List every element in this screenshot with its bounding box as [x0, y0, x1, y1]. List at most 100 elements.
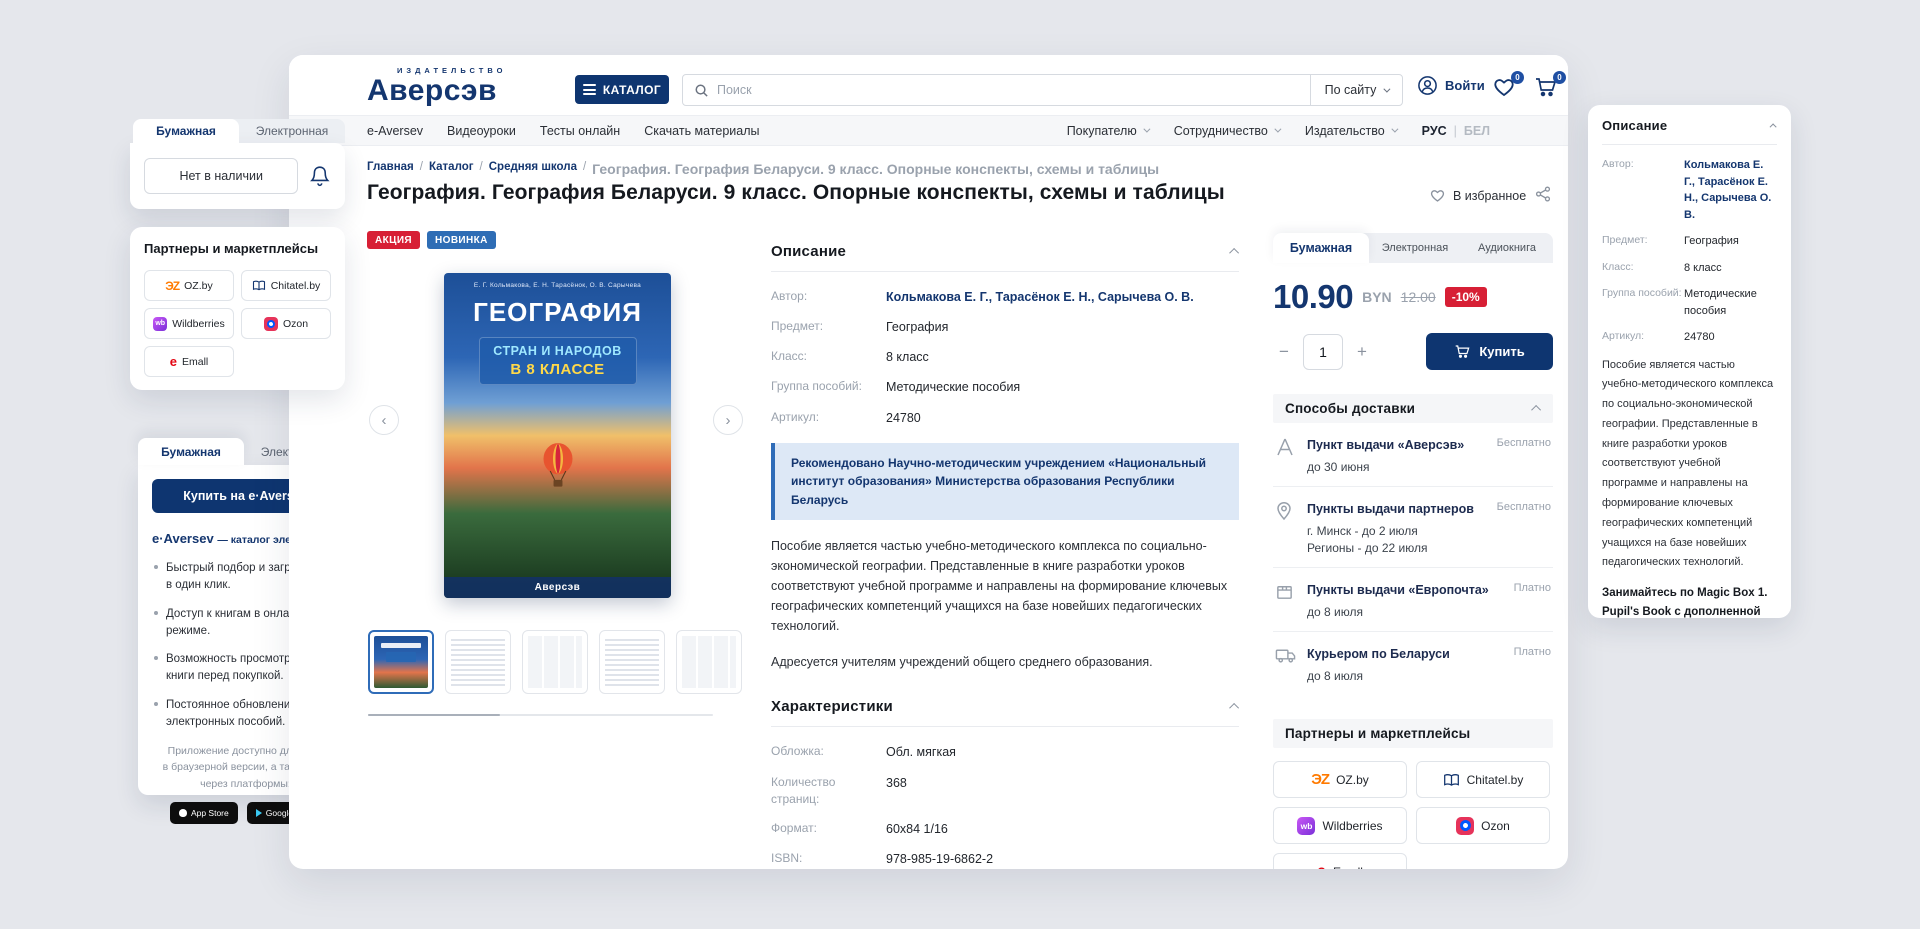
field-row: Артикул:24780 — [1602, 329, 1777, 346]
nav-item-video[interactable]: Видеоуроки — [447, 124, 516, 138]
marketplace-oz-button[interactable]: ЭZOZ.by — [1273, 761, 1407, 798]
characteristics-header[interactable]: Характеристики — [771, 698, 1239, 727]
lang-separator: | — [1454, 124, 1457, 138]
heart-icon — [1429, 188, 1446, 203]
recommendation-note: Рекомендовано Научно-методическим учрежд… — [771, 443, 1239, 521]
marketplace-ozon-button[interactable]: Ozon — [241, 308, 331, 339]
description-section: Описание Автор:Кольмакова Е. Г., Тарасён… — [771, 243, 1239, 869]
package-icon — [1275, 581, 1307, 619]
delivery-header[interactable]: Способы доставки — [1273, 394, 1553, 423]
marketplace-wildberries-button[interactable]: wbWildberries — [1273, 807, 1407, 844]
description-header[interactable]: Описание — [771, 243, 1239, 272]
book-cover[interactable]: Е. Г. Кольмакова, Е. Н. Тарасёнок, О. В.… — [444, 273, 671, 598]
field-row: ISBN:978-985-19-6862-2 — [771, 850, 1239, 868]
nav-item-publisher[interactable]: Издательство — [1305, 124, 1396, 138]
cart-button[interactable]: 0 — [1534, 76, 1560, 102]
emall-logo-icon: e — [1317, 863, 1326, 870]
chitatel-logo-icon — [252, 280, 266, 291]
user-icon — [1417, 75, 1438, 96]
discount-badge: -10% — [1445, 287, 1487, 307]
tab-electronic[interactable]: Электронная — [239, 119, 345, 143]
thumbnail-cover[interactable] — [368, 630, 434, 694]
breadcrumb-separator: / — [420, 161, 423, 177]
delivery-option-partners[interactable]: Пункты выдачи партнеровг. Минск - до 2 и… — [1273, 487, 1553, 568]
out-of-stock-button[interactable]: Нет в наличии — [144, 158, 298, 194]
search-bar: По сайту — [682, 74, 1403, 106]
delivery-option-courier[interactable]: Курьером по Беларусидо 8 июля Платно — [1273, 632, 1553, 695]
marketplace-emall-button[interactable]: eEmall — [1273, 853, 1407, 869]
lang-bel[interactable]: БЕЛ — [1464, 124, 1490, 138]
truck-icon — [1275, 645, 1307, 683]
lang-rus[interactable]: РУС — [1422, 124, 1447, 138]
side-panel-header[interactable]: Описание — [1602, 118, 1777, 145]
language-switcher: РУС | БЕЛ — [1422, 124, 1490, 138]
thumbnail-page[interactable] — [676, 630, 742, 694]
buy-button[interactable]: Купить — [1426, 333, 1553, 370]
app-store-badge[interactable]: App Store — [170, 802, 238, 824]
marketplaces-header: Партнеры и маркетплейсы — [144, 241, 318, 256]
chevron-down-icon — [1274, 126, 1281, 133]
marketplaces-header: Партнеры и маркетплейсы — [1273, 719, 1553, 748]
breadcrumb-school[interactable]: Средняя школа — [489, 161, 577, 177]
gallery-prev-button[interactable]: ‹ — [369, 405, 399, 435]
eaversev-wordmark: e·Aversev — [152, 531, 214, 546]
field-row: Предмет:География — [1602, 233, 1777, 250]
share-button[interactable] — [1535, 186, 1551, 202]
nav-item-cooperation[interactable]: Сотрудничество — [1174, 124, 1279, 138]
quantity-input[interactable] — [1303, 334, 1343, 370]
author-link[interactable]: Кольмакова Е. Г., Тарасёнок Е. Н., Сарыч… — [886, 288, 1194, 306]
apple-icon — [179, 809, 187, 817]
site-header: ИЗДАТЕЛЬСТВО Аверсэв КАТАЛОГ По сайту Во… — [289, 55, 1568, 115]
author-link[interactable]: Кольмакова Е. Г., Тарасёнок Е. Н., Сарыч… — [1684, 157, 1777, 223]
field-row: Класс:8 класс — [1602, 260, 1777, 277]
marketplace-ozon-button[interactable]: Ozon — [1416, 807, 1550, 844]
tab-electronic[interactable]: Электронная — [1369, 233, 1461, 263]
search-input[interactable] — [717, 83, 1310, 97]
nav-item-eaversev[interactable]: e-Aversev — [367, 124, 423, 138]
oz-logo-icon: ЭZ — [1311, 771, 1329, 788]
tab-paper[interactable]: Бумажная — [138, 438, 244, 465]
favorites-button[interactable]: 0 — [1492, 76, 1518, 102]
cover-authors: Е. Г. Кольмакова, Е. Н. Тарасёнок, О. В.… — [444, 273, 671, 289]
gallery-next-button[interactable]: › — [713, 405, 743, 435]
quantity-decrease-button[interactable]: − — [1273, 334, 1295, 370]
catalog-button[interactable]: КАТАЛОГ — [575, 75, 669, 104]
cover-title: ГЕОГРАФИЯ — [444, 297, 671, 328]
aversev-logo[interactable]: ИЗДАТЕЛЬСТВО Аверсэв — [367, 66, 506, 106]
marketplace-oz-button[interactable]: ЭZOZ.by — [144, 270, 234, 301]
thumbnail-page[interactable] — [445, 630, 511, 694]
tab-audiobook[interactable]: Аудиокнига — [1461, 233, 1553, 263]
delivery-option-europochta[interactable]: Пункты выдачи «Европочта»до 8 июля Платн… — [1273, 568, 1553, 632]
emall-logo-icon: e — [170, 354, 177, 369]
delivery-option-aversev[interactable]: Пункт выдачи «Аверсэв»до 30 июня Бесплат… — [1273, 423, 1553, 487]
favorites-count-badge: 0 — [1511, 71, 1524, 84]
sale-badge: АКЦИЯ — [367, 231, 420, 249]
tab-paper[interactable]: Бумажная — [133, 119, 239, 143]
nav-item-buyers[interactable]: Покупателю — [1067, 124, 1148, 138]
wildberries-logo-icon: wb — [1297, 817, 1315, 835]
search-icon — [694, 83, 709, 98]
thumbnail-scrollbar[interactable] — [368, 714, 713, 716]
login-button[interactable]: Войти — [1417, 75, 1485, 96]
quantity-increase-button[interactable]: + — [1351, 334, 1373, 370]
breadcrumb-catalog[interactable]: Каталог — [429, 161, 474, 177]
cart-icon — [1454, 344, 1471, 359]
side-panel-paragraph: Пособие является частью учебно-методичес… — [1602, 356, 1777, 574]
chevron-down-icon — [1391, 126, 1398, 133]
breadcrumb-home[interactable]: Главная — [367, 161, 414, 177]
tab-paper[interactable]: Бумажная — [1273, 233, 1369, 263]
marketplace-chitatel-button[interactable]: Chitatel.by — [1416, 761, 1550, 798]
field-row: Автор:Кольмакова Е. Г., Тарасёнок Е. Н.,… — [771, 288, 1239, 306]
marketplace-wildberries-button[interactable]: wbWildberries — [144, 308, 234, 339]
thumbnail-page[interactable] — [599, 630, 665, 694]
bullet-icon — [154, 702, 158, 706]
nav-item-materials[interactable]: Скачать материалы — [644, 124, 759, 138]
nav-item-tests[interactable]: Тесты онлайн — [540, 124, 620, 138]
search-scope-select[interactable]: По сайту — [1310, 75, 1402, 105]
page: Бумажная Электронная Купить на e·Aversev… — [0, 0, 1920, 929]
add-to-favorites-button[interactable]: В избранное — [1429, 188, 1526, 203]
thumbnail-page[interactable] — [522, 630, 588, 694]
marketplace-emall-button[interactable]: eEmall — [144, 346, 234, 377]
notify-bell-icon[interactable] — [309, 164, 331, 188]
marketplace-chitatel-button[interactable]: Chitatel.by — [241, 270, 331, 301]
